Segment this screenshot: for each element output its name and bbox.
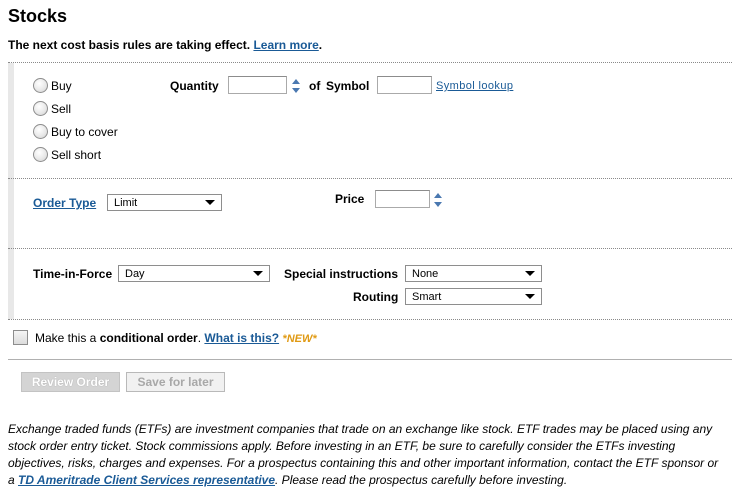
radio-circle[interactable] [33, 101, 48, 116]
routing-value: Smart [412, 291, 442, 303]
notice-text: The next cost basis rules are taking eff… [8, 38, 251, 52]
symbol-label: Symbol [326, 79, 370, 93]
cost-basis-notice: The next cost basis rules are taking eff… [8, 38, 322, 52]
quantity-label: Quantity [170, 79, 219, 93]
conditional-bold: conditional order [99, 331, 198, 345]
radio-buy-to-cover[interactable]: Buy to cover [33, 124, 118, 139]
conditional-order-text: Make this a conditional order. What is t… [35, 331, 317, 345]
order-entry-panel [8, 62, 732, 320]
radio-sell[interactable]: Sell [33, 101, 71, 116]
page-title: Stocks [8, 6, 68, 26]
new-badge: *NEW* [282, 333, 317, 345]
review-order-button[interactable]: Review Order [21, 372, 120, 392]
chevron-down-icon [525, 271, 535, 276]
etf-disclaimer: Exchange traded funds (ETFs) are investm… [8, 421, 724, 489]
time-in-force-label: Time-in-Force [33, 267, 113, 281]
separator-line [8, 359, 732, 360]
conditional-prefix: Make this a [35, 331, 100, 345]
routing-label: Routing [353, 290, 399, 304]
learn-more-link[interactable]: Learn more [253, 38, 318, 52]
routing-select[interactable]: Smart [405, 288, 542, 305]
quantity-spinner-icon[interactable] [291, 78, 301, 94]
radio-label-buy: Buy [51, 78, 72, 93]
order-type-select[interactable]: Limit [107, 194, 222, 211]
panel-side-bar [8, 63, 14, 319]
section-divider [8, 248, 732, 249]
radio-sell-short[interactable]: Sell short [33, 147, 101, 162]
notice-period: . [318, 38, 323, 52]
chevron-down-icon [205, 200, 215, 205]
of-text: of [309, 79, 321, 93]
radio-circle[interactable] [33, 124, 48, 139]
radio-label-sell: Sell [51, 101, 72, 116]
symbol-lookup-link[interactable]: Symbol lookup [436, 80, 513, 92]
price-input[interactable] [375, 190, 430, 208]
order-type-link[interactable]: Order Type [33, 196, 96, 210]
disclaimer-text-end: . Please read the prospectus carefully b… [275, 473, 568, 487]
order-type-value: Limit [114, 197, 138, 209]
radio-label-sell-short: Sell short [51, 147, 102, 162]
special-instructions-value: None [412, 268, 439, 280]
section-divider [8, 178, 732, 179]
symbol-input[interactable] [377, 76, 432, 94]
radio-circle[interactable] [33, 78, 48, 93]
conditional-order-checkbox[interactable] [13, 330, 28, 345]
radio-buy[interactable]: Buy [33, 78, 72, 93]
chevron-down-icon [253, 271, 263, 276]
special-instructions-label: Special instructions [284, 267, 399, 281]
save-for-later-button[interactable]: Save for later [126, 372, 225, 392]
what-is-this-link[interactable]: What is this? [204, 331, 279, 345]
price-spinner-icon[interactable] [433, 192, 443, 208]
quantity-input[interactable] [228, 76, 287, 94]
time-in-force-select[interactable]: Day [118, 265, 270, 282]
chevron-down-icon [525, 294, 535, 299]
conditional-suffix: . [197, 331, 202, 345]
special-instructions-select[interactable]: None [405, 265, 542, 282]
time-in-force-value: Day [125, 268, 145, 280]
radio-label-buy-to-cover: Buy to cover [51, 124, 118, 139]
price-label: Price [335, 192, 365, 206]
client-services-link[interactable]: TD Ameritrade Client Services representa… [18, 473, 275, 487]
radio-circle[interactable] [33, 147, 48, 162]
